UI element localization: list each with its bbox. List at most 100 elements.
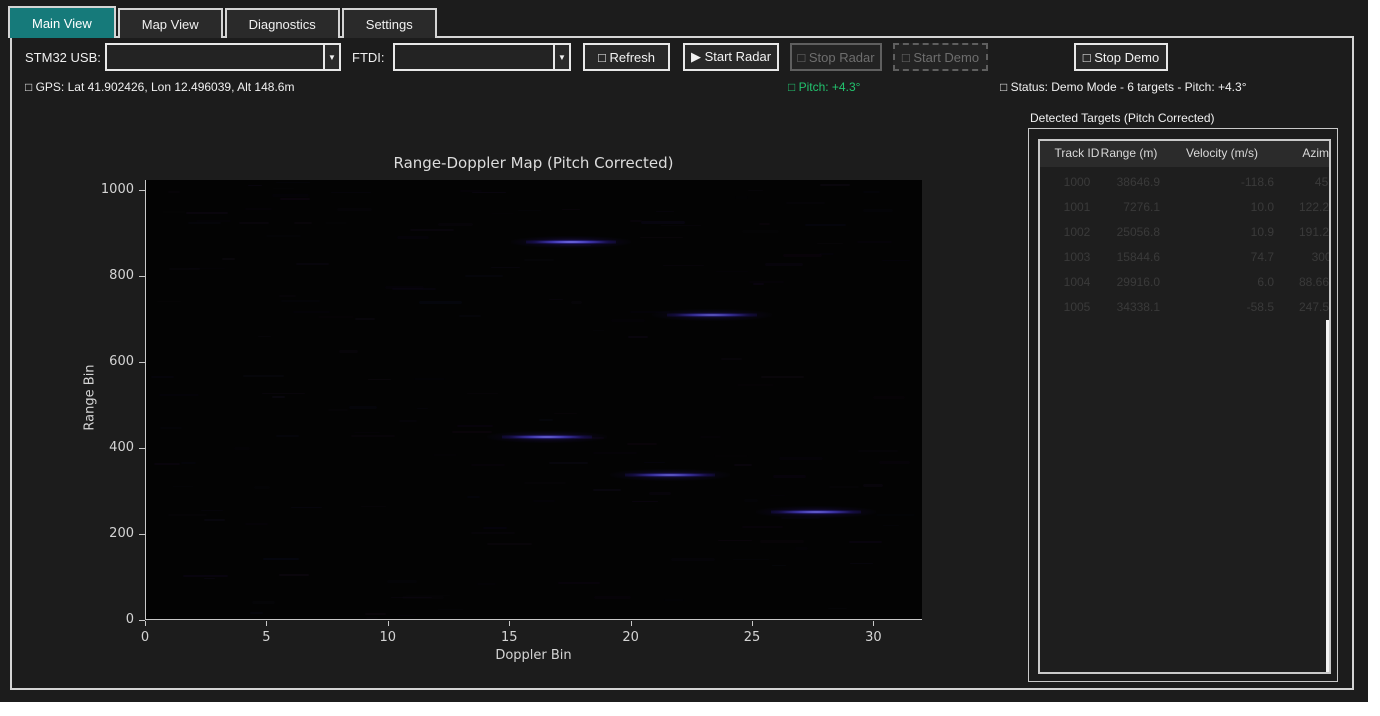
heatmap-noise: [438, 609, 463, 610]
heatmap-noise: [159, 394, 199, 396]
heatmap-noise: [663, 265, 704, 266]
targets-panel-title: Detected Targets (Pitch Corrected): [1030, 111, 1215, 125]
y-tick-label: 200: [86, 526, 134, 541]
heatmap-noise: [857, 241, 892, 244]
heatmap-noise: [472, 192, 507, 194]
heatmap-noise: [632, 501, 658, 502]
heatmap-noise: [173, 486, 192, 487]
heatmap-noise: [641, 221, 685, 224]
heatmap-noise: [524, 482, 566, 484]
y-tick: [139, 362, 145, 363]
table-cell-range_m: 15844.6: [1098, 250, 1160, 264]
x-tick: [509, 621, 510, 626]
heatmap-noise: [325, 222, 347, 224]
table-row[interactable]: 100315844.674.7300°: [1040, 245, 1329, 270]
table-row[interactable]: 100225056.810.9191.2552: [1040, 220, 1329, 245]
table-cell-velocity_ms: -118.6: [1170, 175, 1274, 189]
heatmap-noise: [761, 376, 804, 378]
heatmap-noise: [181, 462, 196, 464]
heatmap-noise: [328, 409, 348, 410]
heatmap-noise: [168, 191, 180, 193]
tab-settings[interactable]: Settings: [342, 8, 437, 38]
ftdi-label: FTDI:: [352, 50, 385, 65]
heatmap-noise: [471, 532, 516, 534]
heatmap-noise: [627, 443, 657, 445]
column-header[interactable]: Azimuth: [1274, 146, 1331, 160]
heatmap-noise: [863, 209, 893, 211]
heatmap-noise: [252, 601, 275, 604]
x-tick-label: 15: [489, 630, 529, 645]
tab-diagnostics[interactable]: Diagnostics: [225, 8, 340, 38]
table-cell-velocity_ms: 74.7: [1170, 250, 1274, 264]
heatmap-noise: [162, 211, 186, 213]
tab-map-view[interactable]: Map View: [118, 8, 223, 38]
y-tick-label: 0: [86, 612, 134, 627]
heatmap-noise: [518, 210, 541, 211]
heatmap-noise: [272, 396, 285, 398]
heatmap-noise: [524, 259, 554, 261]
heatmap-noise: [795, 547, 809, 550]
y-axis-label: Range Bin: [83, 338, 98, 458]
heatmap-noise: [649, 492, 671, 495]
heatmap-noise: [664, 599, 684, 601]
heatmap-noise: [742, 526, 783, 528]
heatmap-noise: [397, 236, 430, 239]
stm32-usb-label: STM32 USB:: [25, 50, 101, 65]
heatmap-noise: [354, 432, 379, 433]
heatmap-noise: [276, 182, 310, 183]
heatmap-noise: [280, 198, 311, 200]
heatmap-noise: [281, 300, 320, 302]
stop-radar-button[interactable]: □ Stop Radar: [790, 43, 882, 71]
heatmap-noise: [558, 582, 600, 585]
heatmap-noise: [593, 452, 636, 455]
heatmap-noise: [863, 484, 883, 487]
table-row[interactable]: 100429916.06.088.66998: [1040, 270, 1329, 295]
heatmap-noise: [744, 499, 757, 502]
heatmap-noise: [533, 500, 555, 503]
heatmap-noise: [716, 271, 748, 272]
heatmap-noise: [820, 184, 850, 186]
heatmap-noise: [735, 196, 747, 199]
heatmap-noise: [748, 190, 763, 191]
column-header[interactable]: Range (m): [1098, 146, 1160, 160]
heatmap-noise: [882, 260, 909, 261]
app-window: Main View Map View Diagnostics Settings …: [0, 0, 1368, 702]
start-radar-button[interactable]: ▶ Start Radar: [683, 43, 779, 71]
heatmap-noise: [471, 464, 504, 465]
heatmap-noise: [773, 475, 807, 477]
heatmap-noise: [243, 375, 284, 377]
heatmap-noise: [721, 358, 741, 361]
column-header[interactable]: Velocity (m/s): [1170, 146, 1274, 160]
start-demo-button[interactable]: □ Start Demo: [893, 43, 988, 71]
chevron-down-icon[interactable]: ▼: [323, 45, 339, 69]
table-cell-azimuth: 88.66998: [1274, 275, 1331, 289]
heatmap-noise: [879, 461, 910, 464]
table-row[interactable]: 10017276.110.0122.2510: [1040, 195, 1329, 220]
heatmap-noise: [467, 496, 480, 498]
ftdi-port-select[interactable]: ▼: [393, 43, 571, 71]
heatmap-noise: [402, 596, 444, 599]
heatmap-noise: [245, 208, 272, 210]
table-row[interactable]: 100534338.1-58.5247.5104: [1040, 295, 1329, 320]
table-row[interactable]: 100038646.9-118.645°: [1040, 170, 1329, 195]
stop-demo-button[interactable]: □ Stop Demo: [1074, 43, 1168, 71]
heatmap-noise: [361, 506, 386, 508]
heatmap-noise: [786, 202, 825, 205]
heatmap-noise: [483, 527, 507, 529]
heatmap-noise: [385, 286, 425, 289]
heatmap-noise: [817, 243, 843, 244]
table-scrollbar[interactable]: [1326, 320, 1329, 672]
heatmap-noise: [700, 436, 721, 438]
tab-main-view[interactable]: Main View: [8, 6, 116, 38]
stm32-port-select[interactable]: ▼: [105, 43, 341, 71]
chevron-down-icon[interactable]: ▼: [553, 45, 569, 69]
table-cell-range_m: 38646.9: [1098, 175, 1160, 189]
targets-groupbox: Track IDRange (m)Velocity (m/s)Azimuth 1…: [1028, 128, 1338, 682]
targets-table[interactable]: Track IDRange (m)Velocity (m/s)Azimuth 1…: [1038, 139, 1331, 674]
heatmap-noise: [640, 237, 683, 238]
heatmap-noise: [644, 462, 666, 463]
heatmap-noise: [611, 319, 646, 321]
heatmap-noise: [417, 408, 429, 409]
refresh-button[interactable]: □ Refresh: [583, 43, 670, 71]
heatmap-noise: [168, 514, 207, 515]
